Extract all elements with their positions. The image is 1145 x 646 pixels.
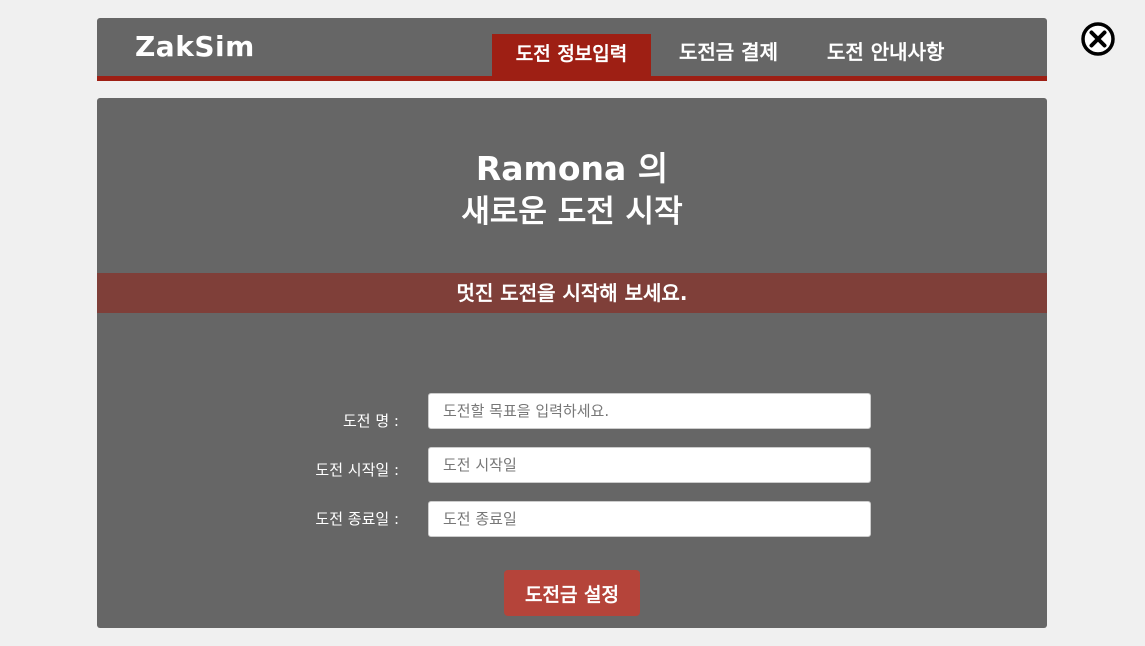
close-icon [1081, 22, 1115, 56]
tab-challenge-info[interactable]: 도전 정보입력 [492, 34, 651, 76]
challenge-form-panel: Ramona 의 새로운 도전 시작 멋진 도전을 시작해 보세요. 도전 명 … [97, 98, 1047, 628]
set-challenge-fee-button[interactable]: 도전금 설정 [504, 570, 640, 616]
challenge-name-input[interactable] [428, 393, 871, 429]
tab-challenge-guide[interactable]: 도전 안내사항 [827, 36, 944, 65]
banner-message: 멋진 도전을 시작해 보세요. [97, 273, 1047, 313]
start-date-input[interactable] [428, 447, 871, 483]
page-subtitle: 새로운 도전 시작 [461, 194, 683, 230]
end-date-label: 도전 종료일 : [315, 510, 399, 528]
top-nav-bar: ZakSim 도전 정보입력 도전금 결제 도전 안내사항 [97, 18, 1047, 81]
tab-challenge-payment[interactable]: 도전금 결제 [679, 36, 778, 65]
start-date-label: 도전 시작일 : [315, 461, 399, 479]
tab-label: 도전 정보입력 [515, 43, 628, 65]
page-title: Ramona 의 [475, 149, 669, 188]
close-button[interactable] [1081, 22, 1115, 56]
logo: ZakSim [135, 30, 255, 63]
challenge-name-label: 도전 명 : [343, 412, 399, 430]
end-date-input[interactable] [428, 501, 871, 537]
